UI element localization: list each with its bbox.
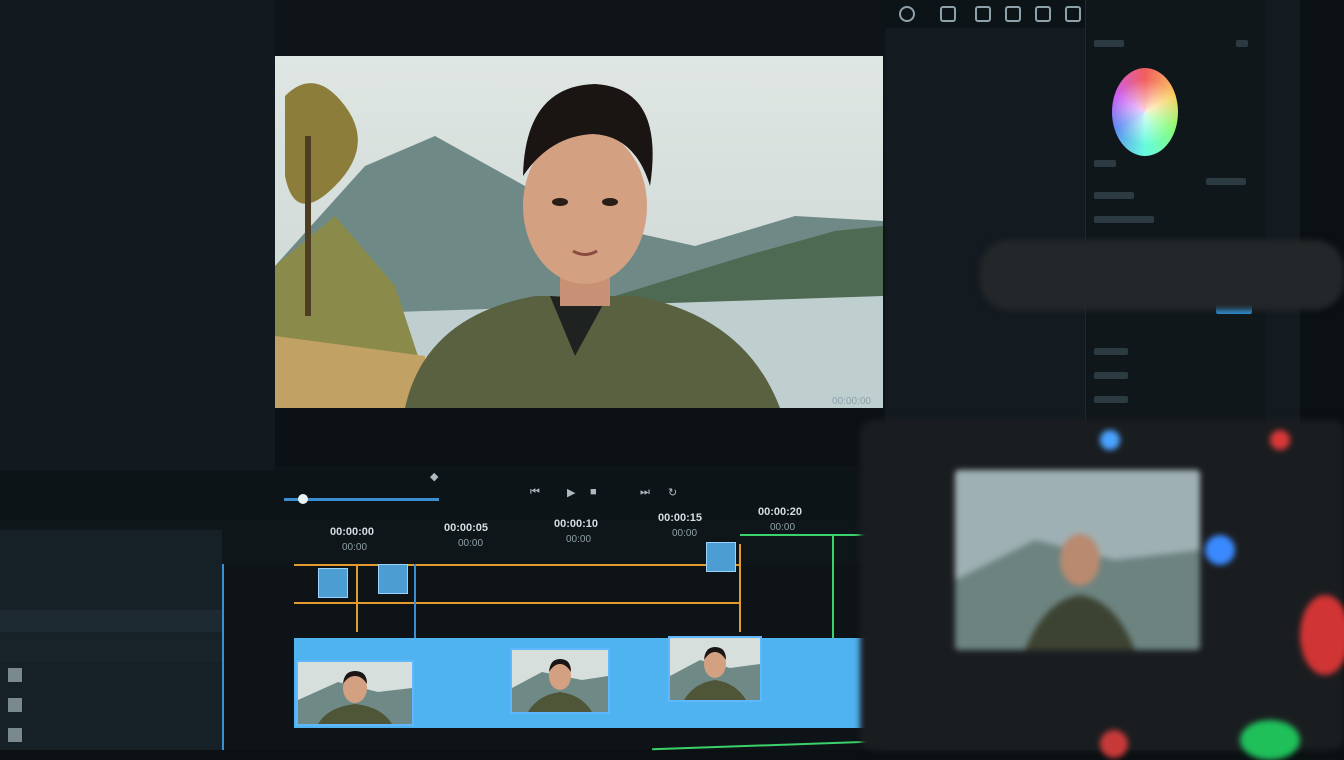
ruler-sublabel: 00:00 [458, 538, 484, 549]
marker-vline-orange [739, 544, 741, 632]
color-wheel[interactable] [1112, 68, 1178, 156]
media-browser-panel [0, 0, 275, 470]
play-circle-icon[interactable] [899, 6, 915, 22]
track-header-row[interactable] [0, 640, 222, 662]
inspector-row [1206, 178, 1246, 185]
marker-vline-orange [356, 564, 358, 632]
ruler-label: 00:00:15 [658, 512, 703, 524]
ruler-label: 00:00:05 [444, 522, 489, 534]
ruler-sublabel: 00:00 [672, 528, 698, 539]
track-boundary [222, 564, 224, 750]
inspector-row [1094, 192, 1134, 199]
stop-icon[interactable]: ■ [590, 486, 597, 498]
ruler-sublabel: 00:00 [342, 542, 368, 553]
inspector-row [1094, 160, 1116, 167]
camera-lcd-screen [955, 470, 1200, 650]
clip-thumbnail-image [298, 662, 412, 724]
camera-lcd-image [955, 470, 1200, 650]
clip-thumbnail-image [670, 638, 760, 700]
clip-marker[interactable] [706, 542, 736, 572]
red-led-light [1300, 595, 1344, 675]
red-led-light [1270, 430, 1290, 450]
blue-led-light [1205, 535, 1235, 565]
marker-line-orange [294, 564, 740, 566]
grid-icon[interactable] [940, 6, 956, 22]
ruler-label: 00:00:00 [330, 526, 375, 538]
inspector-header [1094, 40, 1124, 47]
blue-led-light [1100, 430, 1120, 450]
clip-marker[interactable] [318, 568, 348, 598]
layout-icon[interactable] [1005, 6, 1021, 22]
red-led-light [1100, 730, 1128, 758]
track-lock-icon[interactable] [8, 698, 22, 712]
clip-thumbnail[interactable] [296, 660, 414, 726]
prev-icon[interactable]: ⏮ [530, 486, 540, 499]
marker-line-orange [294, 602, 740, 604]
viewer-status-bar: 00:00:00 [275, 396, 883, 466]
foreground-camera [860, 200, 1344, 760]
clip-marker[interactable] [378, 564, 408, 594]
ruler-label: 00:00:10 [554, 518, 599, 530]
timeline-tracks[interactable] [222, 534, 1012, 751]
track-header-row[interactable] [0, 610, 222, 632]
green-led-light [1240, 720, 1300, 760]
playhead-diamond-icon[interactable]: ◆ [430, 470, 438, 483]
track-header-panel [0, 530, 222, 750]
clip-thumbnail[interactable] [510, 648, 610, 714]
text-icon[interactable] [975, 6, 991, 22]
ruler-label: 00:00:20 [758, 506, 803, 518]
inspector-close-icon[interactable] [1236, 40, 1248, 47]
fullscreen-icon[interactable] [1065, 6, 1081, 22]
loop-icon[interactable]: ↻ [668, 486, 677, 499]
next-icon[interactable]: ⏭ [640, 486, 650, 499]
scrubber-handle[interactable] [298, 494, 308, 504]
ruler-sublabel: 00:00 [566, 534, 592, 545]
camera-handle [980, 240, 1344, 310]
timeline-ruler[interactable]: 00:00:00 00:00 00:00:05 00:00 00:00:10 0… [222, 506, 882, 564]
video-frame-image [275, 56, 883, 408]
track-lock-icon[interactable] [8, 668, 22, 682]
track-lock-icon[interactable] [8, 728, 22, 742]
program-monitor[interactable] [275, 56, 883, 408]
split-icon[interactable] [1035, 6, 1051, 22]
play-icon[interactable]: ▶ [567, 486, 575, 499]
ruler-sublabel: 00:00 [770, 522, 796, 533]
clip-thumbnail[interactable] [668, 636, 762, 702]
timeline-toolbar: ◆ ⏮ ▶ ■ ⏭ ↻ [0, 470, 880, 520]
clip-thumbnail-image [512, 650, 608, 712]
